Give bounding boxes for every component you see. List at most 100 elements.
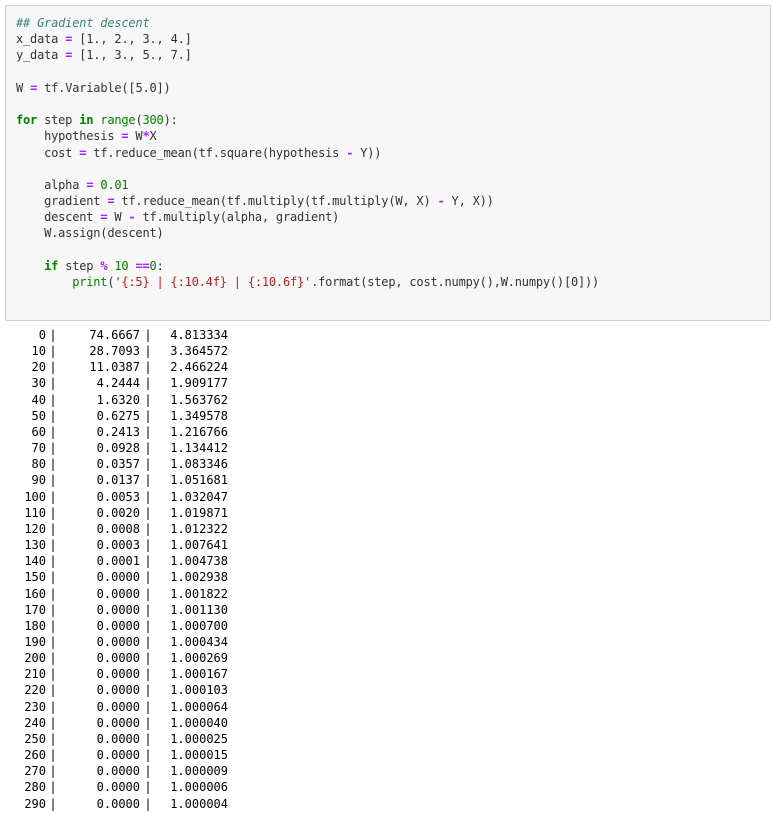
code-token: tf xyxy=(37,80,59,95)
code-token: tf.multiply(alpha, gradient) xyxy=(135,210,340,225)
code-cell[interactable]: ## Gradient descent x_data = [1., 2., 3.,… xyxy=(5,5,771,321)
output-weight: 1.216766 xyxy=(170,424,228,439)
output-weight: 1.012322 xyxy=(170,521,228,536)
output-separator: | xyxy=(144,505,152,520)
output-separator: | xyxy=(49,328,57,342)
output-weight: 1.000269 xyxy=(170,651,228,666)
output-separator: | xyxy=(49,554,57,569)
output-separator: | xyxy=(49,586,57,601)
output-weight: 1.563762 xyxy=(170,392,228,407)
code-token: hypothesis xyxy=(16,129,122,144)
output-step: 100 xyxy=(24,489,46,504)
output-row: 10 | 28.7093 | 3.364572 xyxy=(10,343,228,359)
output-separator: | xyxy=(49,392,57,407)
output-separator: | xyxy=(49,683,57,698)
output-separator: | xyxy=(49,570,57,585)
output-row: 80 | 0.0357 | 1.083346 xyxy=(10,456,228,472)
output-row: 250 | 0.0000 | 1.000025 xyxy=(10,731,228,747)
output-row: 20 | 11.0387 | 2.466224 xyxy=(10,359,228,375)
output-step: 230 xyxy=(24,699,46,714)
output-separator: | xyxy=(49,748,57,763)
output-step: 120 xyxy=(24,521,46,536)
output-step: 70 xyxy=(31,441,46,456)
output-separator: | xyxy=(144,683,152,698)
output-separator: | xyxy=(144,408,152,423)
cell-output: 0 | 74.6667 | 4.813334 10 | 28.7093 | 3.364572 20 |… xyxy=(10,327,228,812)
output-cost: 1.6320 xyxy=(96,392,140,407)
output-separator: | xyxy=(144,618,152,633)
code-token: Y, X)) xyxy=(444,194,494,209)
output-separator: | xyxy=(144,780,152,795)
output-separator: | xyxy=(49,457,57,472)
output-cost: 0.0928 xyxy=(96,441,140,456)
code-token: : xyxy=(156,258,164,273)
code-token: if xyxy=(44,258,59,273)
output-separator: | xyxy=(144,667,152,682)
output-weight: 1.004738 xyxy=(170,554,228,569)
code-line: print('{:5} | {:10.4f} | {:10.6f}'.forma… xyxy=(16,274,599,290)
code-line: hypothesis = W*X xyxy=(16,128,599,144)
output-cost: 0.0020 xyxy=(96,505,140,520)
output-cost: 0.0000 xyxy=(96,748,140,763)
output-weight: 1.134412 xyxy=(170,441,228,456)
code-token: X xyxy=(149,129,157,144)
output-weight: 1.000004 xyxy=(170,796,228,811)
code-token: step xyxy=(37,113,80,128)
output-separator: | xyxy=(49,424,57,439)
output-separator: | xyxy=(49,489,57,504)
code-token: '{:5} | {:10.4f} | {:10.6f}' xyxy=(114,275,312,289)
output-step: 280 xyxy=(24,780,46,795)
output-row: 220 | 0.0000 | 1.000103 xyxy=(10,682,228,698)
output-weight: 3.364572 xyxy=(170,344,228,359)
code-token: alpha xyxy=(16,177,87,192)
output-weight: 1.000006 xyxy=(170,780,228,795)
output-cost: 0.0000 xyxy=(96,634,140,649)
output-weight: 1.001822 xyxy=(170,586,228,601)
output-weight: 1.000103 xyxy=(170,683,228,698)
output-weight: 1.083346 xyxy=(170,457,228,472)
output-weight: 1.000025 xyxy=(170,731,228,746)
output-separator: | xyxy=(49,667,57,682)
output-row: 110 | 0.0020 | 1.019871 xyxy=(10,505,228,521)
output-cost: 0.0000 xyxy=(96,796,140,811)
output-row: 190 | 0.0000 | 1.000434 xyxy=(10,634,228,650)
code-token: print xyxy=(72,275,108,289)
output-cost: 0.0000 xyxy=(96,764,140,779)
output-separator: | xyxy=(144,538,152,553)
code-line: x_data = [1., 2., 3., 4.] xyxy=(16,31,599,47)
output-weight: 1.051681 xyxy=(170,473,228,488)
code-token: == xyxy=(135,258,150,273)
output-row: 240 | 0.0000 | 1.000040 xyxy=(10,715,228,731)
output-weight: 1.002938 xyxy=(170,570,228,585)
output-row: 170 | 0.0000 | 1.001130 xyxy=(10,602,228,618)
code-token: x_data xyxy=(16,32,66,47)
code-token: ## Gradient descent xyxy=(16,16,150,30)
output-separator: | xyxy=(49,360,57,375)
output-cost: 0.0000 xyxy=(96,731,140,746)
output-separator: | xyxy=(144,651,152,666)
output-step: 160 xyxy=(24,586,46,601)
code-token: 10 xyxy=(114,258,129,273)
output-separator: | xyxy=(144,731,152,746)
output-cost: 0.0003 xyxy=(96,538,140,553)
output-step: 130 xyxy=(24,538,46,553)
output-cost: 0.0000 xyxy=(96,699,140,714)
output-separator: | xyxy=(144,328,152,342)
code-token: .format(step, cost.numpy(),W.numpy()[0])… xyxy=(311,275,600,289)
output-weight: 1.000040 xyxy=(170,715,228,730)
output-cost: 0.0000 xyxy=(96,586,140,601)
output-step: 10 xyxy=(31,344,46,359)
output-separator: | xyxy=(49,731,57,746)
output-separator: | xyxy=(49,634,57,649)
output-separator: | xyxy=(144,457,152,472)
output-weight: 1.000009 xyxy=(170,764,228,779)
output-cost: 0.0357 xyxy=(96,457,140,472)
code-editor[interactable]: ## Gradient descent x_data = [1., 2., 3.,… xyxy=(16,15,599,290)
output-step: 240 xyxy=(24,715,46,730)
output-separator: | xyxy=(144,748,152,763)
output-step: 260 xyxy=(24,748,46,763)
output-separator: | xyxy=(144,424,152,439)
